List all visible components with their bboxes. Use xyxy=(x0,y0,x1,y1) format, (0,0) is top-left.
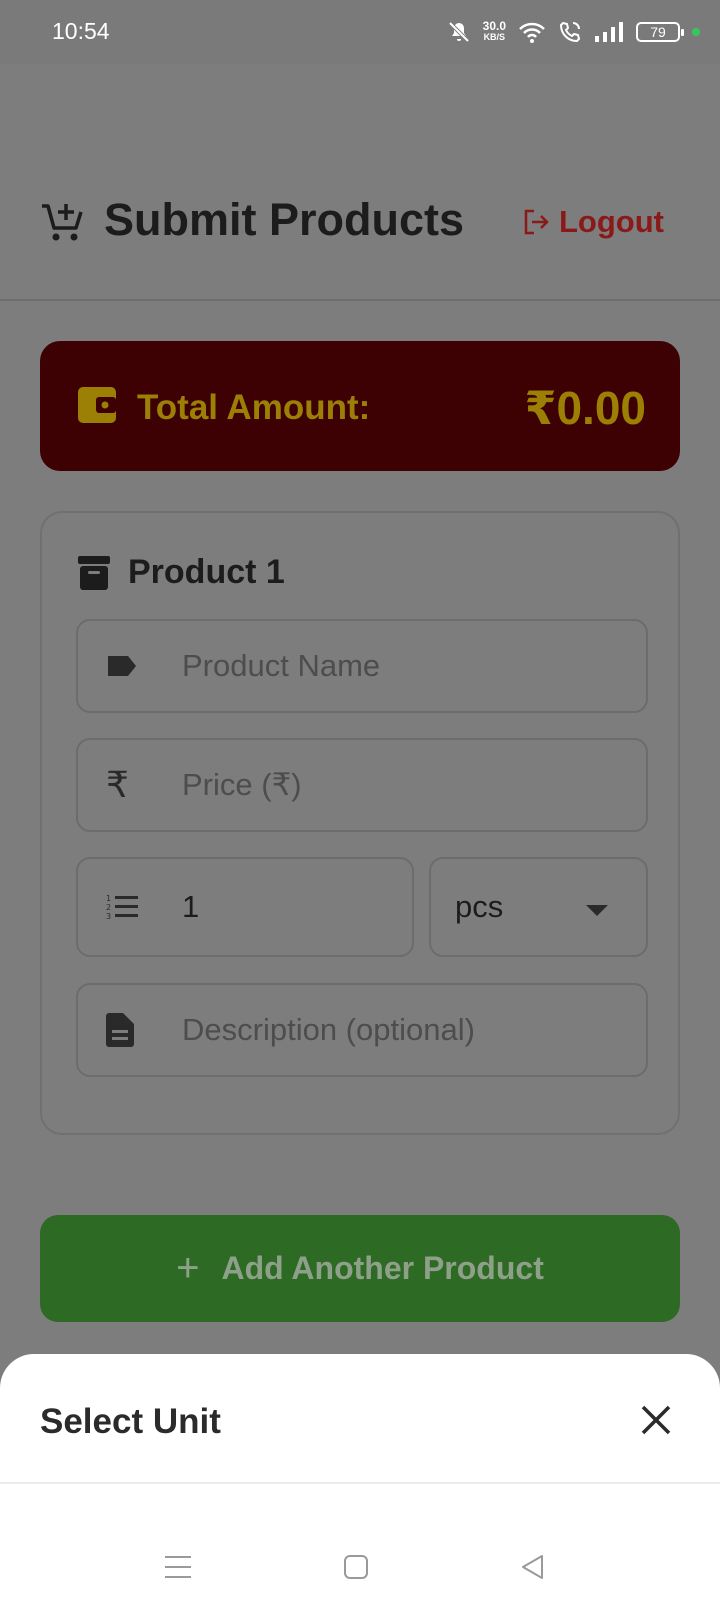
sheet-divider xyxy=(0,1482,720,1484)
net-speed: 30.0 KB/S xyxy=(482,19,506,43)
document-icon xyxy=(106,1013,134,1047)
unit-dropdown[interactable]: pcs xyxy=(429,857,648,957)
add-another-product-label: Add Another Product xyxy=(221,1250,544,1286)
total-amount-label: Total Amount: xyxy=(137,388,371,427)
wallet-icon xyxy=(78,387,116,423)
page-title: Submit Products xyxy=(104,194,465,245)
numbered-list-icon: 123 xyxy=(106,894,138,921)
net-speed-value: 30.0 xyxy=(482,19,506,33)
mute-icon xyxy=(448,21,470,43)
privacy-indicator-dot xyxy=(692,28,700,36)
svg-text:2: 2 xyxy=(106,903,111,912)
product-name-placeholder: Product Name xyxy=(182,648,381,683)
status-time: 10:54 xyxy=(52,18,110,44)
description-field[interactable]: Description (optional) xyxy=(76,983,648,1077)
wifi-icon xyxy=(519,22,545,43)
signal-icon xyxy=(595,22,623,42)
add-another-product-button[interactable]: + Add Another Product xyxy=(40,1215,680,1322)
product-title: Product 1 xyxy=(128,553,285,591)
close-icon[interactable] xyxy=(640,1404,672,1436)
plus-icon: + xyxy=(176,1246,200,1290)
menu-icon[interactable] xyxy=(164,1554,192,1580)
product-header: Product 1 xyxy=(78,553,285,592)
archive-icon xyxy=(78,555,110,590)
back-icon[interactable] xyxy=(520,1554,546,1580)
system-nav-bar xyxy=(0,1520,720,1612)
status-icons: 30.0 KB/S 79 xyxy=(447,16,700,48)
quantity-field[interactable]: 123 1 xyxy=(76,857,414,957)
rupee-icon: ₹ xyxy=(106,764,129,805)
logout-button[interactable]: Logout xyxy=(521,204,664,240)
tag-icon xyxy=(108,656,136,676)
svg-text:3: 3 xyxy=(106,912,111,921)
unit-value: pcs xyxy=(455,889,504,924)
net-speed-unit: KB/S xyxy=(483,32,506,42)
battery-icon: 79 xyxy=(636,22,684,42)
wifi-call-icon xyxy=(559,21,581,43)
home-icon[interactable] xyxy=(343,1554,369,1580)
dropdown-caret-icon xyxy=(586,905,608,916)
description-placeholder: Description (optional) xyxy=(182,1012,475,1047)
product-name-field[interactable]: Product Name xyxy=(76,619,648,713)
price-placeholder: Price (₹) xyxy=(182,767,302,802)
status-bar: 10:54 30.0 KB/S 79 xyxy=(0,0,720,64)
svg-text:1: 1 xyxy=(106,894,111,903)
logout-icon xyxy=(524,209,549,235)
logout-label: Logout xyxy=(558,204,664,239)
app-header: Submit Products Logout xyxy=(0,64,720,301)
product-card: Product 1 Product Name ₹ Price (₹) 123 1… xyxy=(40,511,680,1135)
total-amount-value: ₹0.00 xyxy=(524,382,646,434)
add-cart-icon xyxy=(42,204,83,241)
total-amount-card: Total Amount: ₹0.00 xyxy=(40,341,680,471)
quantity-value: 1 xyxy=(182,889,200,924)
sheet-title: Select Unit xyxy=(40,1402,221,1441)
price-field[interactable]: ₹ Price (₹) xyxy=(76,738,648,832)
